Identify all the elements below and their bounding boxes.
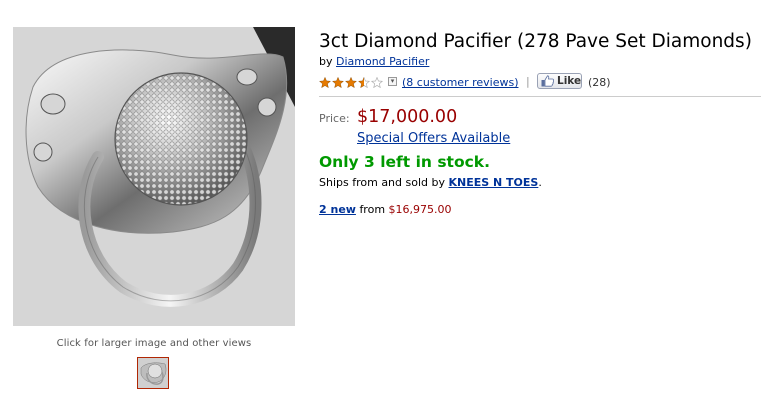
ships-text: Ships from and sold by — [319, 176, 445, 189]
star-fill — [345, 77, 357, 88]
product-title: 3ct Diamond Pacifier (278 Pave Set Diamo… — [319, 31, 752, 52]
product-image-column: Click for larger image and other views — [13, 27, 295, 389]
new-offers-row: 2 new from $16,975.00 — [319, 203, 452, 216]
brand-link[interactable]: Diamond Pacifier — [336, 55, 429, 68]
price-value: $17,000.00 — [357, 107, 458, 127]
separator: | — [526, 75, 530, 88]
star-rating-icon — [318, 76, 384, 89]
customer-reviews-link[interactable]: (8 customer reviews) — [402, 76, 518, 89]
pacifier-image-icon — [13, 27, 295, 326]
product-main-image[interactable] — [13, 27, 295, 326]
pacifier-thumbnail-icon — [138, 358, 168, 388]
special-offers-link[interactable]: Special Offers Available — [357, 131, 510, 146]
star-fill — [332, 77, 344, 88]
new-offers-price: $16,975.00 — [388, 203, 452, 216]
from-text: from — [359, 203, 386, 216]
star-fill — [319, 77, 331, 88]
star-rating[interactable] — [318, 76, 385, 90]
rating-dropdown-icon[interactable]: ▾ — [388, 77, 397, 86]
byline: by Diamond Pacifier — [319, 55, 761, 68]
like-label: Like — [557, 75, 582, 87]
divider — [319, 96, 761, 97]
thumbs-up-icon — [541, 75, 554, 87]
rating-row: ▾ (8 customer reviews) | Like (28) — [318, 72, 761, 94]
price-label: Price: — [319, 112, 350, 125]
like-button[interactable]: Like — [537, 73, 582, 89]
thumbnail-image[interactable] — [137, 357, 169, 389]
stock-status: Only 3 left in stock. — [319, 153, 490, 171]
by-prefix: by — [319, 55, 333, 68]
image-caption[interactable]: Click for larger image and other views — [13, 338, 295, 349]
new-offers-link[interactable]: 2 new — [319, 203, 356, 216]
product-details: 3ct Diamond Pacifier (278 Pave Set Diamo… — [318, 30, 761, 216]
like-count: (28) — [588, 76, 611, 89]
star-outline — [370, 76, 384, 89]
ships-info: Ships from and sold by KNEES N TOES. — [319, 176, 542, 189]
ships-end: . — [538, 176, 542, 189]
seller-link[interactable]: KNEES N TOES — [449, 176, 539, 189]
